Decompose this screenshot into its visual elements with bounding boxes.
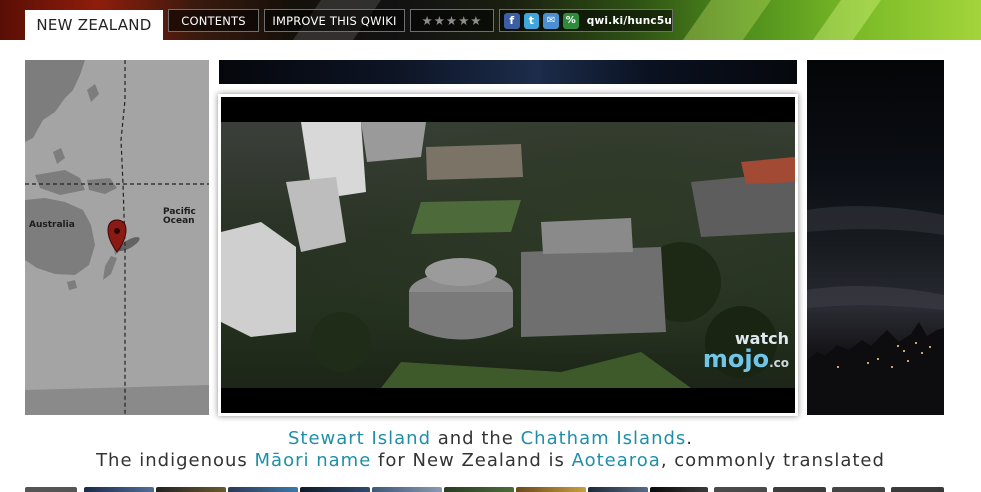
rating-stars[interactable]: ★★★★★ [421, 13, 482, 28]
improve-qwiki-label: IMPROVE THIS QWIKI [272, 13, 397, 28]
filmstrip-thumb[interactable] [84, 487, 154, 492]
filmstrip-thumb[interactable] [25, 487, 77, 492]
caption-text: and the [431, 428, 521, 449]
caption-line-2: The indigenous Māori name for New Zealan… [0, 450, 981, 471]
filmstrip-thumb[interactable] [444, 487, 514, 492]
facebook-icon[interactable]: f [504, 12, 520, 29]
filmstrip-thumb[interactable] [156, 487, 226, 492]
antarctica-landmass [25, 385, 209, 415]
filmstrip-thumb[interactable] [228, 487, 298, 492]
video-player[interactable]: watch mojo.co [221, 97, 795, 413]
tasmania [67, 280, 77, 290]
caption-text: The indigenous [96, 450, 255, 471]
link-maori-name[interactable]: Māori name [255, 450, 372, 471]
banner-streak [654, 0, 786, 40]
filmstrip [0, 487, 981, 492]
page-title-tab: NEW ZEALAND [25, 10, 163, 40]
twitter-icon[interactable]: t [523, 12, 540, 29]
filmstrip-thumb[interactable] [516, 487, 586, 492]
caption-text: for New Zealand is [371, 450, 572, 471]
asia-landmass [25, 60, 85, 142]
filmstrip-thumb[interactable] [588, 487, 648, 492]
filmstrip-thumb[interactable] [650, 487, 708, 492]
qwiki-link-icon[interactable]: % [563, 12, 579, 29]
filmstrip-thumb[interactable] [891, 487, 944, 492]
top-banner: NEW ZEALAND CONTENTS IMPROVE THIS QWIKI … [0, 0, 981, 40]
filmstrip-thumb[interactable] [832, 487, 885, 492]
island [53, 148, 65, 164]
island [87, 84, 99, 102]
city-night-graphic [807, 206, 944, 415]
email-icon[interactable]: ✉ [543, 12, 560, 29]
indonesia-landmass [35, 170, 85, 195]
link-aotearoa[interactable]: Aotearoa [572, 450, 661, 471]
contents-button-label: CONTENTS [181, 13, 246, 28]
map-label-australia: Australia [29, 220, 75, 230]
new-guinea-landmass [87, 178, 117, 194]
watermark-line2: mojo.co [703, 347, 789, 373]
link-stewart-island[interactable]: Stewart Island [288, 428, 431, 449]
filmstrip-thumb[interactable] [300, 487, 370, 492]
filmstrip-thumb[interactable] [372, 487, 442, 492]
filmstrip-thumb[interactable] [714, 487, 767, 492]
next-media-thumbnail[interactable] [807, 60, 944, 415]
watermark-mojo: mojo [702, 345, 770, 373]
caption-text: , commonly translated [660, 450, 885, 471]
share-bar: f t ✉ % qwi.ki/hunc5u [499, 9, 673, 32]
location-map[interactable]: Australia Pacific Ocean [25, 60, 209, 415]
share-url[interactable]: qwi.ki/hunc5u [587, 15, 672, 27]
rating-widget[interactable]: ★★★★★ [410, 9, 494, 32]
previous-media-thumbnail[interactable] [219, 60, 797, 84]
contents-button[interactable]: CONTENTS [168, 9, 259, 32]
watermark-partial: .co [769, 356, 789, 370]
filmstrip-thumb[interactable] [773, 487, 826, 492]
link-chatham-islands[interactable]: Chatham Islands [521, 428, 687, 449]
map-graphic [25, 60, 209, 415]
page-title: NEW ZEALAND [36, 16, 152, 34]
new-zealand-south [103, 256, 117, 280]
banner-streak [784, 0, 896, 40]
caption-text: . [686, 428, 694, 449]
improve-qwiki-button[interactable]: IMPROVE THIS QWIKI [264, 9, 405, 32]
caption-line-1: Stewart Island and the Chatham Islands. [0, 428, 981, 449]
video-watermark: watch mojo.co [703, 329, 789, 373]
australia-landmass [25, 198, 95, 275]
map-label-ocean: Ocean [163, 216, 195, 226]
